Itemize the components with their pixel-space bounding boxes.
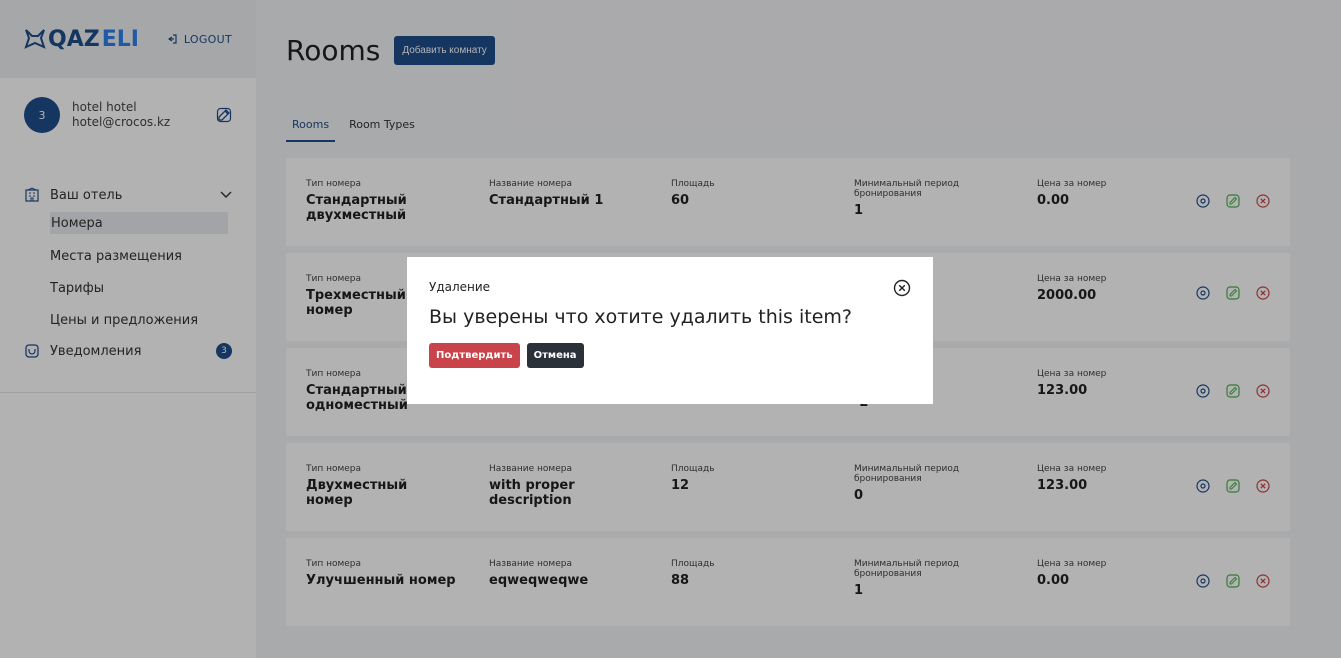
confirm-button[interactable]: Подтвердить xyxy=(429,343,520,368)
cancel-button[interactable]: Отмена xyxy=(526,343,584,368)
delete-confirm-dialog: Удаление Вы уверены что хотите удалить t… xyxy=(407,257,933,404)
dialog-title: Удаление xyxy=(429,280,491,294)
bottom-scrollbar xyxy=(0,658,1341,664)
dialog-message: Вы уверены что хотите удалить this item? xyxy=(429,306,853,328)
close-icon[interactable] xyxy=(893,279,911,297)
dialog-actions: Подтвердить Отмена xyxy=(429,343,911,368)
